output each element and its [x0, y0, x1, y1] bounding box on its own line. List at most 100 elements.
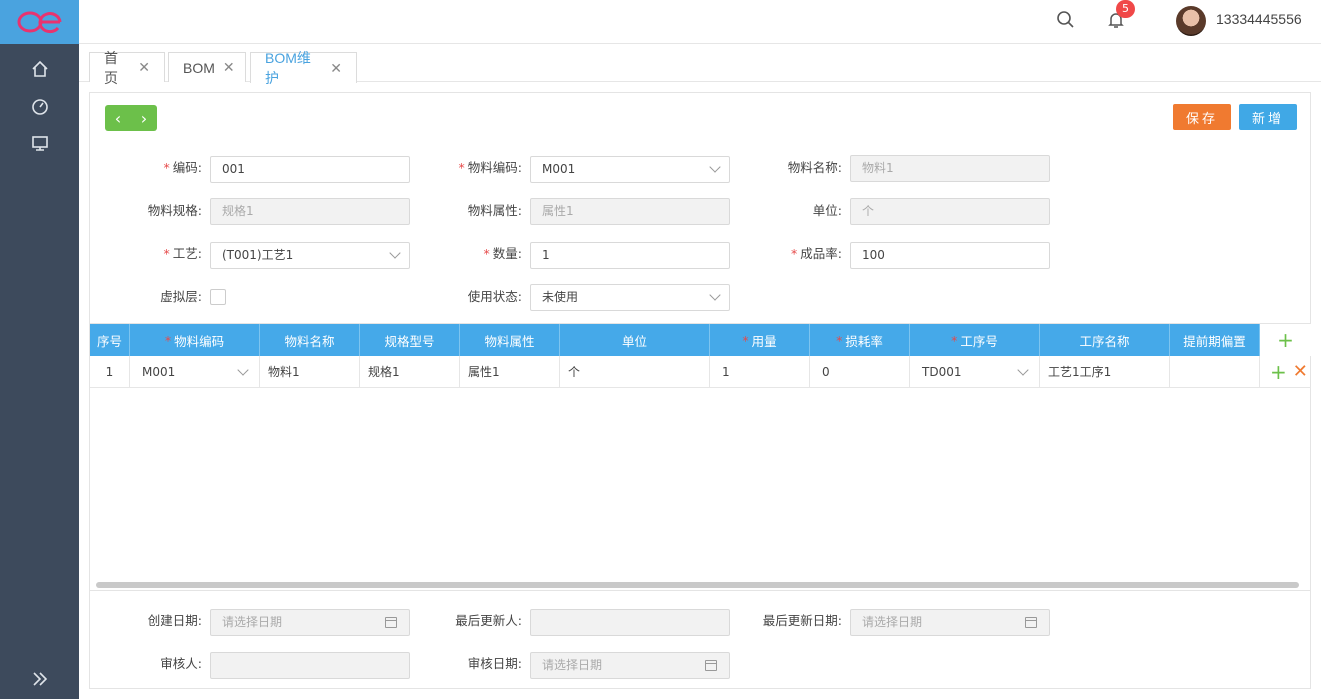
loss-rate-cell[interactable]: 0 [810, 356, 910, 388]
attr-label: 物料属性: [467, 203, 522, 218]
column-header: 序号 [90, 324, 130, 356]
tab-bom[interactable]: BOM ✕ [168, 52, 246, 82]
bom-form-panel: ‹ › 保存 新增 * 编码: 001 * 物料编码: M001 物料名称: 物料1… [89, 92, 1311, 689]
table-cell [1170, 356, 1260, 388]
monitor-icon [31, 135, 48, 151]
search-icon[interactable] [1056, 10, 1076, 30]
updater-field [530, 609, 730, 636]
chevron-down-icon [709, 161, 721, 173]
plus-icon[interactable]: + [1270, 362, 1287, 382]
column-header: 单位 [560, 324, 710, 356]
yield-field[interactable]: 100 [850, 242, 1050, 269]
tab-label: 首页 [104, 49, 118, 86]
notification-badge: 5 [1116, 0, 1135, 18]
close-icon[interactable]: ✕ [1293, 362, 1308, 381]
yield-label: * 成品率: [791, 246, 842, 261]
close-icon[interactable]: ✕ [138, 59, 150, 76]
prev-record-button[interactable]: ‹ [105, 105, 131, 131]
plus-icon: + [1277, 328, 1294, 352]
material-name-field: 物料1 [850, 155, 1050, 182]
updated-date-label: 最后更新日期: [762, 613, 842, 628]
unit-field: 个 [850, 198, 1050, 225]
record-nav: ‹ › [105, 105, 157, 131]
attr-field: 属性1 [530, 198, 730, 225]
avatar[interactable] [1176, 6, 1206, 36]
operation-no-cell-select[interactable]: TD001 [910, 356, 1040, 388]
dashboard-icon [31, 98, 48, 115]
close-icon[interactable]: ✕ [330, 60, 342, 77]
material-code-cell-select[interactable]: M001 [130, 356, 260, 388]
topbar: 5 13334445556 [79, 0, 1321, 44]
chevron-down-icon [709, 289, 721, 301]
process-select[interactable]: (T001)工艺1 [210, 242, 410, 269]
virtual-label: 虚拟层: [160, 289, 202, 304]
tab-bom-maintenance[interactable]: BOM维护 ✕ [250, 50, 357, 86]
double-chevron-right-icon [32, 672, 47, 686]
spec-label: 物料规格: [147, 203, 202, 218]
home-icon [31, 60, 48, 77]
code-field[interactable]: 001 [210, 156, 410, 183]
chevron-down-icon [1017, 364, 1029, 376]
column-header: 规格型号 [360, 324, 460, 356]
app-logo[interactable] [0, 0, 79, 44]
review-date-field: 请选择日期 [530, 652, 730, 679]
updated-date-field: 请选择日期 [850, 609, 1050, 636]
material-name-label: 物料名称: [787, 160, 842, 175]
sidebar [0, 0, 79, 699]
process-label: * 工艺: [163, 246, 202, 261]
column-header: * 用量 [710, 324, 810, 356]
chevron-down-icon [389, 247, 401, 259]
save-button[interactable]: 保存 [1173, 104, 1231, 130]
material-code-label: * 物料编码: [458, 160, 522, 175]
table-cell: 1 [90, 356, 130, 388]
column-header: 提前期偏置 [1170, 324, 1260, 356]
created-date-field: 请选择日期 [210, 609, 410, 636]
status-select[interactable]: 未使用 [530, 284, 730, 311]
created-date-label: 创建日期: [147, 613, 202, 628]
column-header: 工序名称 [1040, 324, 1170, 356]
bom-detail-grid: 序号 * 物料编码 物料名称 规格型号 物料属性 单位 * 用量 * 损耗率 * 工序号… [90, 323, 1311, 591]
table-cell: 个 [560, 356, 710, 388]
row-actions: + ✕ [1260, 356, 1311, 388]
calendar-icon [385, 617, 397, 628]
table-cell: 工艺1工序1 [1040, 356, 1170, 388]
material-code-select[interactable]: M001 [530, 156, 730, 183]
reviewer-label: 审核人: [160, 656, 202, 671]
table-cell: 规格1 [360, 356, 460, 388]
add-button[interactable]: 新增 [1239, 104, 1297, 130]
calendar-icon [705, 660, 717, 671]
username[interactable]: 13334445556 [1216, 11, 1302, 27]
add-row-header-button[interactable]: + [1260, 324, 1311, 356]
tab-home[interactable]: 首页 ✕ [89, 50, 165, 86]
sidebar-item-home[interactable] [0, 50, 79, 87]
column-header: * 物料编码 [130, 324, 260, 356]
chevron-down-icon [237, 364, 249, 376]
column-header: 物料名称 [260, 324, 360, 356]
close-icon[interactable]: ✕ [223, 59, 235, 76]
usage-cell[interactable]: 1 [710, 356, 810, 388]
column-header: * 工序号 [910, 324, 1040, 356]
horizontal-scrollbar[interactable] [96, 582, 1299, 588]
sidebar-item-monitor[interactable] [0, 124, 79, 161]
next-record-button[interactable]: › [131, 105, 157, 131]
calendar-icon [1025, 617, 1037, 628]
tab-label: BOM [183, 59, 215, 76]
logo-icon [17, 11, 61, 34]
updater-label: 最后更新人: [455, 613, 522, 628]
tab-label: BOM维护 [265, 50, 311, 86]
tab-bar: 首页 ✕ BOM ✕ BOM维护 ✕ [79, 44, 1321, 86]
code-label: * 编码: [163, 160, 202, 175]
reviewer-field [210, 652, 410, 679]
qty-label: * 数量: [483, 246, 522, 261]
expand-sidebar-button[interactable] [0, 665, 79, 693]
review-date-label: 审核日期: [467, 656, 522, 671]
spec-field: 规格1 [210, 198, 410, 225]
column-header: 物料属性 [460, 324, 560, 356]
table-cell: 物料1 [260, 356, 360, 388]
qty-field[interactable]: 1 [530, 242, 730, 269]
table-cell: 属性1 [460, 356, 560, 388]
virtual-checkbox[interactable] [210, 289, 226, 305]
unit-label: 单位: [812, 203, 842, 218]
column-header: * 损耗率 [810, 324, 910, 356]
sidebar-item-dashboard[interactable] [0, 87, 79, 124]
